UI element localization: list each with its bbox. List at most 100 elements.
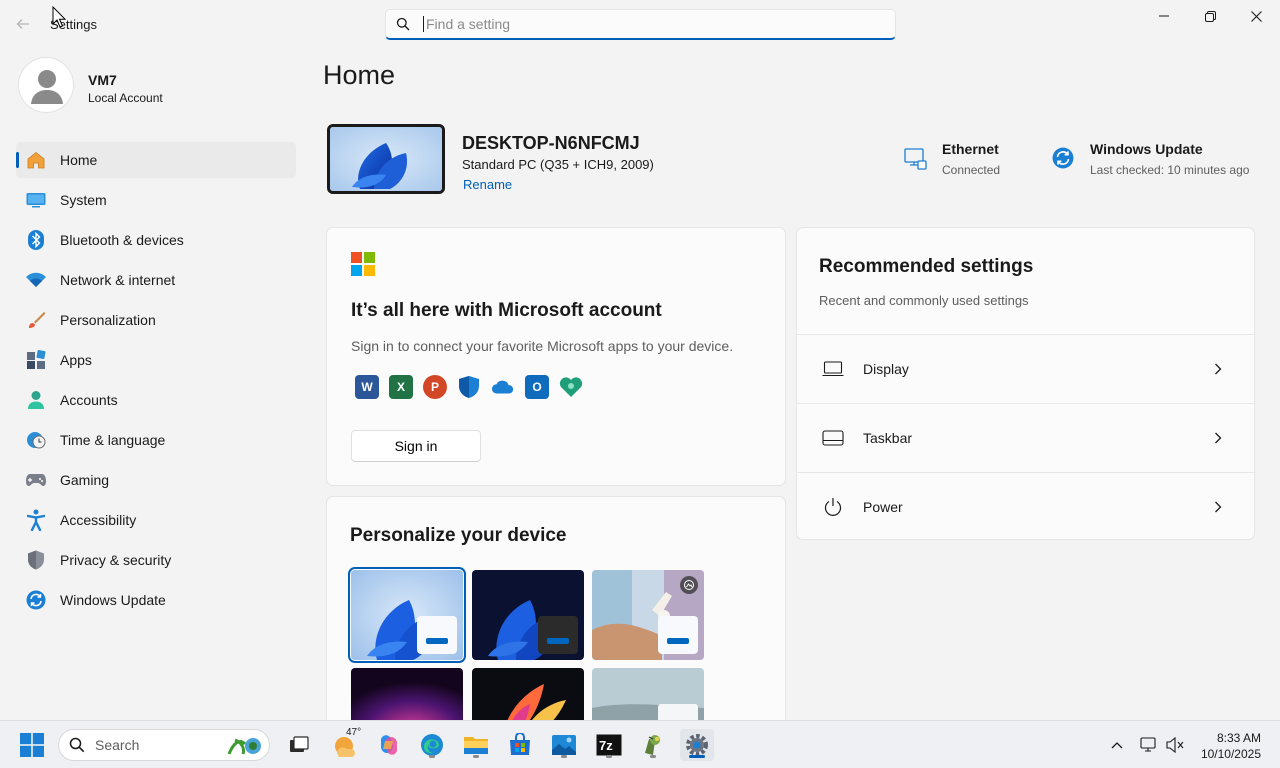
ethernet-icon (904, 147, 928, 171)
back-button[interactable] (10, 12, 36, 36)
arrow-left-icon (16, 19, 29, 29)
chevron-up-icon (1111, 742, 1123, 749)
accessibility-icon (26, 509, 46, 531)
excel-icon: X (389, 375, 413, 399)
ms-card-description: Sign in to connect your favorite Microso… (351, 338, 734, 354)
copilot-button[interactable] (372, 729, 406, 761)
sidebar-item-accounts[interactable]: Accounts (16, 382, 296, 418)
recommended-settings-card: Recommended settings Recent and commonly… (796, 227, 1256, 541)
photos-button[interactable] (547, 729, 581, 761)
running-indicator (650, 755, 656, 758)
search-icon (69, 737, 85, 753)
chevron-right-icon (1208, 363, 1228, 375)
sidebar-item-time-language[interactable]: Time & language (16, 422, 296, 458)
minimize-icon (1159, 15, 1169, 17)
personalize-title: Personalize your device (350, 525, 567, 546)
microsoft-logo-icon (351, 252, 375, 276)
theme-preview-badge (538, 616, 578, 654)
sidebar-item-home[interactable]: Home (16, 142, 296, 178)
close-button[interactable] (1233, 0, 1279, 32)
microsoft-app-icons: W X P O (355, 375, 583, 399)
chevron-right-icon (1208, 501, 1228, 513)
rename-link[interactable]: Rename (463, 177, 512, 192)
task-view-button[interactable] (282, 729, 316, 761)
microsoft-account-card: It’s all here with Microsoft account Sig… (326, 227, 786, 486)
sign-in-button[interactable]: Sign in (351, 430, 481, 462)
start-button[interactable] (15, 729, 49, 761)
sidebar-nav: Home System Bluetooth & devices Network … (16, 142, 296, 622)
recommended-item-power[interactable]: Power (797, 472, 1256, 541)
system-icon (26, 190, 46, 210)
sidebar-item-accessibility[interactable]: Accessibility (16, 502, 296, 538)
app-button[interactable] (636, 729, 670, 761)
spotlight-icon (680, 576, 698, 594)
settings-button[interactable] (680, 729, 714, 761)
shield-icon (26, 550, 46, 570)
profile-name: VM7 (88, 72, 117, 88)
weather-widget[interactable]: 47° (328, 727, 362, 761)
mouse-cursor-icon (52, 6, 66, 28)
file-explorer-button[interactable] (459, 729, 493, 761)
7zip-button[interactable]: 7z (592, 729, 626, 761)
device-wallpaper-thumbnail (327, 124, 445, 194)
wifi-icon (26, 270, 46, 290)
recommended-item-taskbar[interactable]: Taskbar (797, 403, 1256, 472)
home-icon (26, 150, 46, 170)
show-hidden-icons-button[interactable] (1101, 729, 1133, 761)
svg-text:7z: 7z (599, 738, 613, 753)
display-icon (821, 357, 845, 381)
sidebar-item-gaming[interactable]: Gaming (16, 462, 296, 498)
device-spec: Standard PC (Q35 + ICH9, 2009) (462, 157, 654, 172)
clock-date: 10/10/2025 (1200, 747, 1261, 761)
person-icon (26, 390, 46, 410)
photos-icon (552, 735, 576, 755)
running-indicator (473, 755, 479, 758)
sidebar-item-windows-update[interactable]: Windows Update (16, 582, 296, 618)
search-input[interactable] (426, 16, 866, 32)
weather-temperature: 47° (346, 727, 362, 738)
sidebar-item-privacy[interactable]: Privacy & security (16, 542, 296, 578)
sidebar-item-bluetooth[interactable]: Bluetooth & devices (16, 222, 296, 258)
recommended-item-display[interactable]: Display (797, 334, 1256, 403)
clock-globe-icon (26, 430, 46, 450)
family-icon (559, 375, 583, 399)
restore-button[interactable] (1187, 0, 1233, 32)
theme-windows-dark[interactable] (472, 570, 584, 660)
sidebar-item-apps[interactable]: Apps (16, 342, 296, 378)
edge-icon (421, 734, 443, 756)
recommended-subtitle: Recent and commonly used settings (819, 293, 1029, 308)
search-highlight-icon (227, 738, 261, 755)
running-indicator (429, 755, 435, 758)
copilot-icon (381, 735, 397, 755)
update-icon (26, 590, 46, 610)
sidebar-item-system[interactable]: System (16, 182, 296, 218)
title-bar: Settings (0, 0, 1280, 48)
power-icon (821, 495, 845, 519)
outlook-icon: O (525, 375, 549, 399)
search-icon (386, 17, 420, 31)
minimize-button[interactable] (1141, 0, 1187, 32)
edge-button[interactable] (415, 729, 449, 761)
running-indicator (606, 755, 612, 758)
word-icon: W (355, 375, 379, 399)
text-caret (423, 16, 424, 32)
theme-captured-motion[interactable] (592, 570, 704, 660)
taskbar-search[interactable]: Search (58, 729, 270, 761)
avatar (18, 57, 74, 113)
store-button[interactable] (503, 729, 537, 761)
7zip-icon: 7z (596, 734, 622, 756)
clock[interactable]: 8:33 AM 10/10/2025 (1201, 730, 1261, 762)
onedrive-icon (491, 375, 515, 399)
volume-tray-button[interactable] (1159, 729, 1191, 761)
settings-search[interactable] (385, 9, 896, 40)
sidebar-item-personalization[interactable]: Personalization (16, 302, 296, 338)
theme-windows-light[interactable] (348, 567, 466, 663)
clock-time: 8:33 AM (1216, 731, 1261, 745)
speaker-muted-icon (1166, 737, 1184, 753)
user-profile[interactable]: VM7 Local Account (18, 57, 278, 117)
ms-card-title: It’s all here with Microsoft account (351, 300, 662, 321)
sidebar-item-network[interactable]: Network & internet (16, 262, 296, 298)
page-title: Home (323, 60, 396, 90)
brush-icon (26, 310, 46, 330)
close-icon (1250, 10, 1262, 22)
